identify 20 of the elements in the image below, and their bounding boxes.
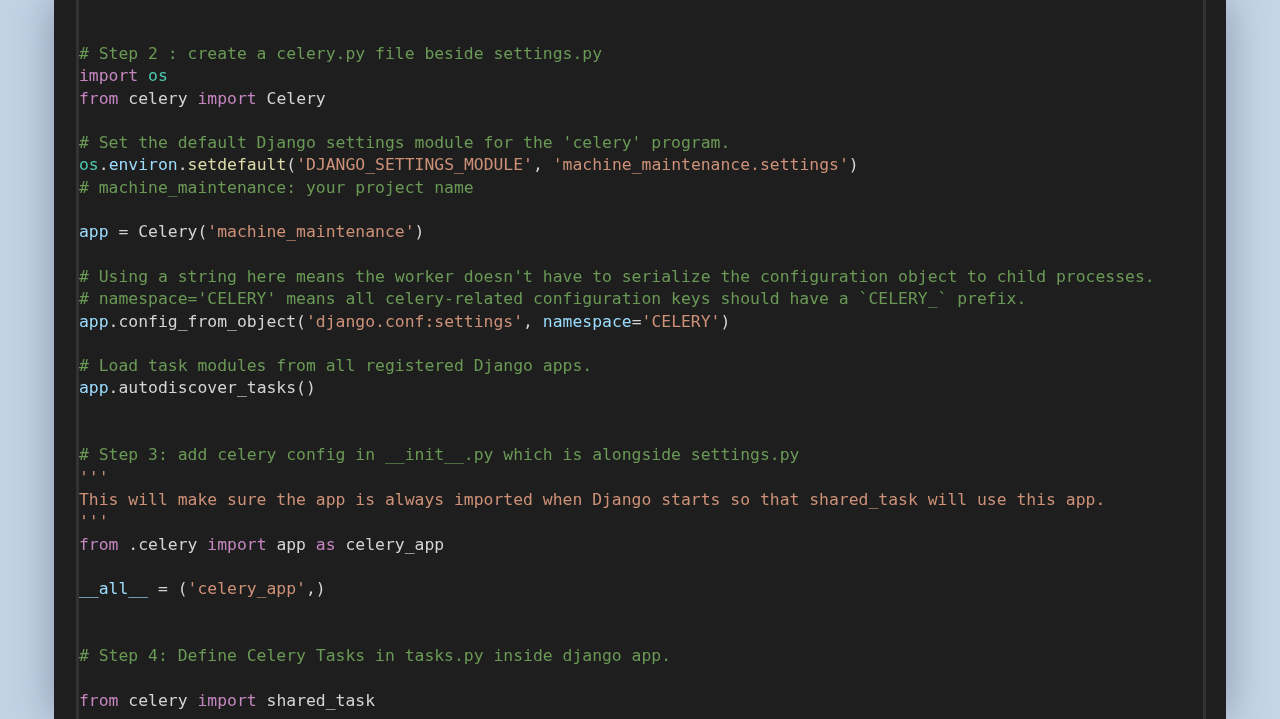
code-line: __all__ = ('celery_app',) [79,578,326,601]
code-comment: # namespace='CELERY' means all celery-related configuration keys should have a `CELERY_` prefix. [79,288,1027,311]
code-line: app.config_from_object('django.conf:settings', namespace='CELERY') [79,310,731,333]
code-comment: # Using a string here means the worker doesn't have to serialize the configuration object to child processes. [79,265,1155,288]
code-line: This will make sure the app is always imported when Django starts so that shared_task will use this app. [79,488,1106,511]
code-line: import os [79,65,168,88]
code-comment: # Step 4: Define Celery Tasks in tasks.py inside django app. [79,645,672,667]
code-line: from .celery import app as celery_app [79,533,445,556]
code-comment: # Load task modules from all registered Django apps. [79,355,593,378]
code-line: from celery import shared_task [79,689,376,712]
code-comment: # Step 3: add celery config in __init__.py which is alongside settings.py [79,444,800,467]
code-comment: # Set the default Django settings module for the 'celery' program. [79,132,731,155]
code-line: app = Celery('machine_maintenance') [79,221,425,244]
code-line: ''' [79,466,109,489]
code-comment: # machine_maintenance: your project name [79,176,474,199]
code-line: os.environ.setdefault('DJANGO_SETTINGS_MODULE', 'machine_maintenance.settings') [79,154,859,177]
code-line: app.autodiscover_tasks() [79,377,316,400]
code-line: from celery import Celery [79,87,326,110]
code-line: ''' [79,511,109,534]
code-comment: # Step 2 : create a celery.py file beside settings.py [79,43,602,65]
